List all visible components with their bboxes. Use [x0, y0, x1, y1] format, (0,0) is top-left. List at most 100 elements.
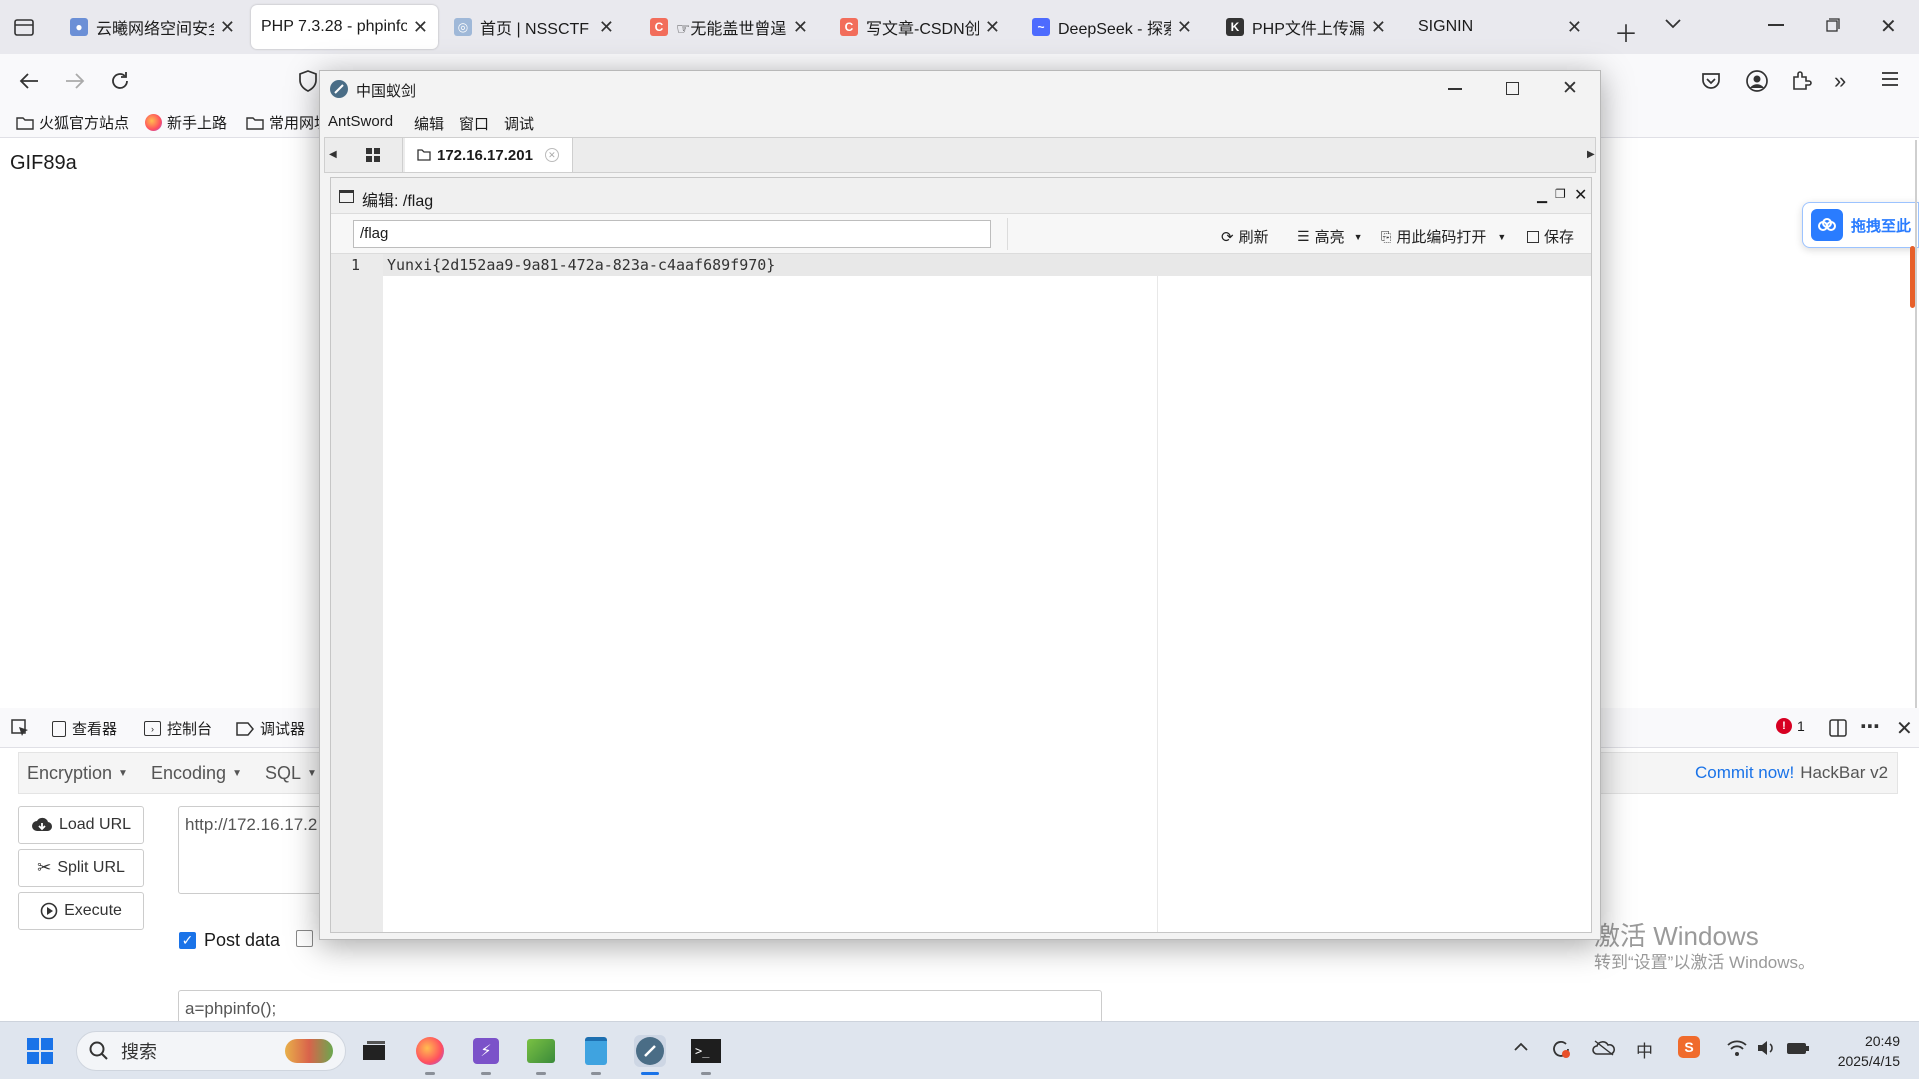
close-icon[interactable]: ✕ — [1371, 17, 1386, 38]
referer-checkbox[interactable] — [296, 930, 313, 947]
encryption-menu[interactable]: Encryption ▼ — [27, 763, 128, 784]
bookmark-firefox-site[interactable]: 火狐官方站点 — [16, 112, 129, 133]
refresh-button[interactable]: ⟳ 刷新 — [1221, 226, 1269, 247]
save-button[interactable]: 保存 — [1527, 226, 1574, 247]
window-title: 中国蚁剑 — [356, 83, 417, 100]
clock[interactable]: 20:49 2025/4/15 — [1830, 1031, 1900, 1071]
tab-title: PHP 7.3.28 - phpinfo — [261, 18, 407, 35]
close-icon[interactable]: ✕ — [793, 17, 808, 38]
load-url-button[interactable]: Load URL — [18, 806, 144, 844]
menu-debug[interactable]: 调试 — [504, 113, 534, 134]
window-close-icon[interactable]: ✕ — [1880, 14, 1897, 39]
scroll-left-icon[interactable]: ◀ — [329, 149, 337, 160]
account-icon[interactable] — [1745, 69, 1769, 93]
tab-deepseek[interactable]: ~ DeepSeek - 探索 ✕ — [1022, 5, 1202, 49]
split-url-button[interactable]: ✂ Split URL — [18, 849, 144, 887]
sql-menu[interactable]: SQL ▼ — [265, 763, 317, 784]
error-counter[interactable]: ! 1 — [1776, 718, 1805, 734]
tab-phpinfo[interactable]: PHP 7.3.28 - phpinfo ✕ — [251, 5, 438, 49]
post-data-checkbox[interactable]: ✓ Post data — [179, 930, 280, 951]
task-view-icon[interactable] — [358, 1035, 390, 1067]
firefox-taskbar-icon[interactable] — [414, 1035, 446, 1067]
tab-debugger[interactable]: 调试器 — [236, 718, 305, 739]
highlight-dropdown[interactable]: ☰ 高亮 ▼ — [1297, 226, 1363, 247]
panel-minimize-icon[interactable]: ▁ — [1537, 188, 1547, 204]
volume-icon[interactable] — [1756, 1039, 1778, 1057]
visual-studio-icon[interactable]: ⚡ — [470, 1035, 502, 1067]
dock-side-icon[interactable] — [1828, 718, 1848, 738]
tab-nssctf[interactable]: ◎ 首页 | NSSCTF ✕ — [444, 5, 624, 49]
firefox-icon — [145, 114, 162, 131]
extensions-icon[interactable] — [1790, 69, 1812, 91]
taskbar-search[interactable]: 搜索 — [76, 1031, 346, 1071]
more-options-icon[interactable]: ⋯ — [1860, 714, 1880, 739]
pocket-icon[interactable] — [1700, 70, 1722, 92]
button-label: Split URL — [57, 859, 125, 876]
scroll-right-icon[interactable]: ▶ — [1587, 149, 1595, 160]
tab-inspector[interactable]: 查看器 — [52, 718, 117, 739]
tab-list-icon[interactable] — [12, 15, 36, 39]
terminal-icon[interactable]: >_ — [690, 1035, 722, 1067]
tab-close-icon[interactable]: ✕ — [544, 148, 559, 162]
path-input[interactable]: /flag — [353, 220, 991, 248]
code-editor[interactable]: 1 Yunxi{2d152aa9-9a81-472a-823a-c4aaf689… — [331, 254, 1591, 932]
tab-csdn-1[interactable]: C ☞无能盖世曾逞何 ✕ — [640, 5, 818, 49]
encoding-menu[interactable]: Encoding ▼ — [151, 763, 242, 784]
bookmark-common-sites[interactable]: 常用网址 — [246, 112, 329, 133]
start-icon[interactable] — [24, 1035, 56, 1067]
button-label: 高亮 — [1314, 229, 1345, 246]
ime-indicator[interactable]: 中 — [1636, 1037, 1653, 1062]
overflow-menu-icon[interactable]: » — [1834, 68, 1846, 94]
commit-link[interactable]: Commit now! — [1695, 763, 1794, 783]
tab-signin[interactable]: SIGNIN ✕ — [1408, 5, 1592, 49]
bookmark-getting-started[interactable]: 新手上路 — [145, 112, 227, 133]
panel-close-icon[interactable]: ✕ — [1574, 185, 1587, 205]
back-icon[interactable] — [18, 70, 40, 92]
execute-button[interactable]: Execute — [18, 892, 144, 930]
antsword-logo-icon — [636, 1037, 664, 1065]
close-icon[interactable]: ✕ — [985, 17, 1000, 38]
sogou-icon[interactable]: S — [1678, 1036, 1700, 1058]
tab-csdn-2[interactable]: C 写文章-CSDN创作 ✕ — [830, 5, 1010, 49]
wifi-icon[interactable] — [1726, 1039, 1748, 1057]
sync-icon[interactable] — [1550, 1038, 1572, 1060]
reload-icon[interactable] — [109, 70, 131, 92]
onedrive-icon[interactable] — [1592, 1040, 1616, 1056]
devtools-close-icon[interactable]: ✕ — [1896, 716, 1913, 741]
hamburger-menu-icon[interactable] — [1880, 69, 1900, 89]
menu-window[interactable]: 窗口 — [459, 113, 489, 134]
new-tab-icon[interactable]: ＋ — [1614, 14, 1638, 49]
window-close-icon[interactable]: ✕ — [1562, 77, 1578, 100]
minimize-icon[interactable] — [1768, 24, 1784, 26]
shield-icon[interactable] — [298, 69, 318, 93]
close-icon[interactable]: ✕ — [599, 17, 614, 38]
tab-upload-vuln[interactable]: K PHP文件上传漏洞 ✕ — [1216, 5, 1396, 49]
maximize-icon[interactable] — [1506, 82, 1519, 95]
drag-drop-widget[interactable]: 拖拽至此 — [1802, 202, 1919, 248]
restore-icon[interactable] — [1826, 18, 1840, 32]
close-icon[interactable]: ✕ — [1567, 17, 1582, 38]
close-icon[interactable]: ✕ — [1177, 17, 1192, 38]
panel-restore-icon[interactable]: ❐ — [1555, 187, 1566, 201]
editor-gutter — [331, 254, 383, 932]
tab-home[interactable] — [343, 138, 403, 172]
antsword-taskbar-icon[interactable] — [634, 1035, 666, 1067]
chevron-up-icon[interactable] — [1513, 1042, 1529, 1052]
element-picker-icon[interactable] — [10, 718, 30, 738]
open-with-encoding-dropdown[interactable]: ⎘ 用此编码打开 ▼ — [1381, 226, 1506, 247]
image-app-icon[interactable] — [525, 1035, 557, 1067]
button-label: 用此编码打开 — [1396, 229, 1487, 246]
menu-antsword[interactable]: AntSword — [328, 113, 393, 130]
tab-console[interactable]: › 控制台 — [144, 718, 212, 739]
menu-edit[interactable]: 编辑 — [414, 113, 444, 134]
chevron-down-icon[interactable] — [1664, 18, 1682, 30]
tab-host[interactable]: 172.16.17.201 ✕ — [405, 138, 573, 172]
notepad-icon[interactable] — [580, 1035, 612, 1067]
close-icon[interactable]: ✕ — [220, 17, 235, 38]
forward-icon[interactable] — [64, 70, 86, 92]
battery-icon[interactable] — [1786, 1040, 1810, 1056]
minimize-icon[interactable] — [1448, 88, 1462, 90]
console-icon: › — [144, 721, 161, 736]
tab-yunxi[interactable]: ● 云曦网络空间安全 ✕ — [60, 5, 245, 49]
close-icon[interactable]: ✕ — [413, 17, 428, 38]
